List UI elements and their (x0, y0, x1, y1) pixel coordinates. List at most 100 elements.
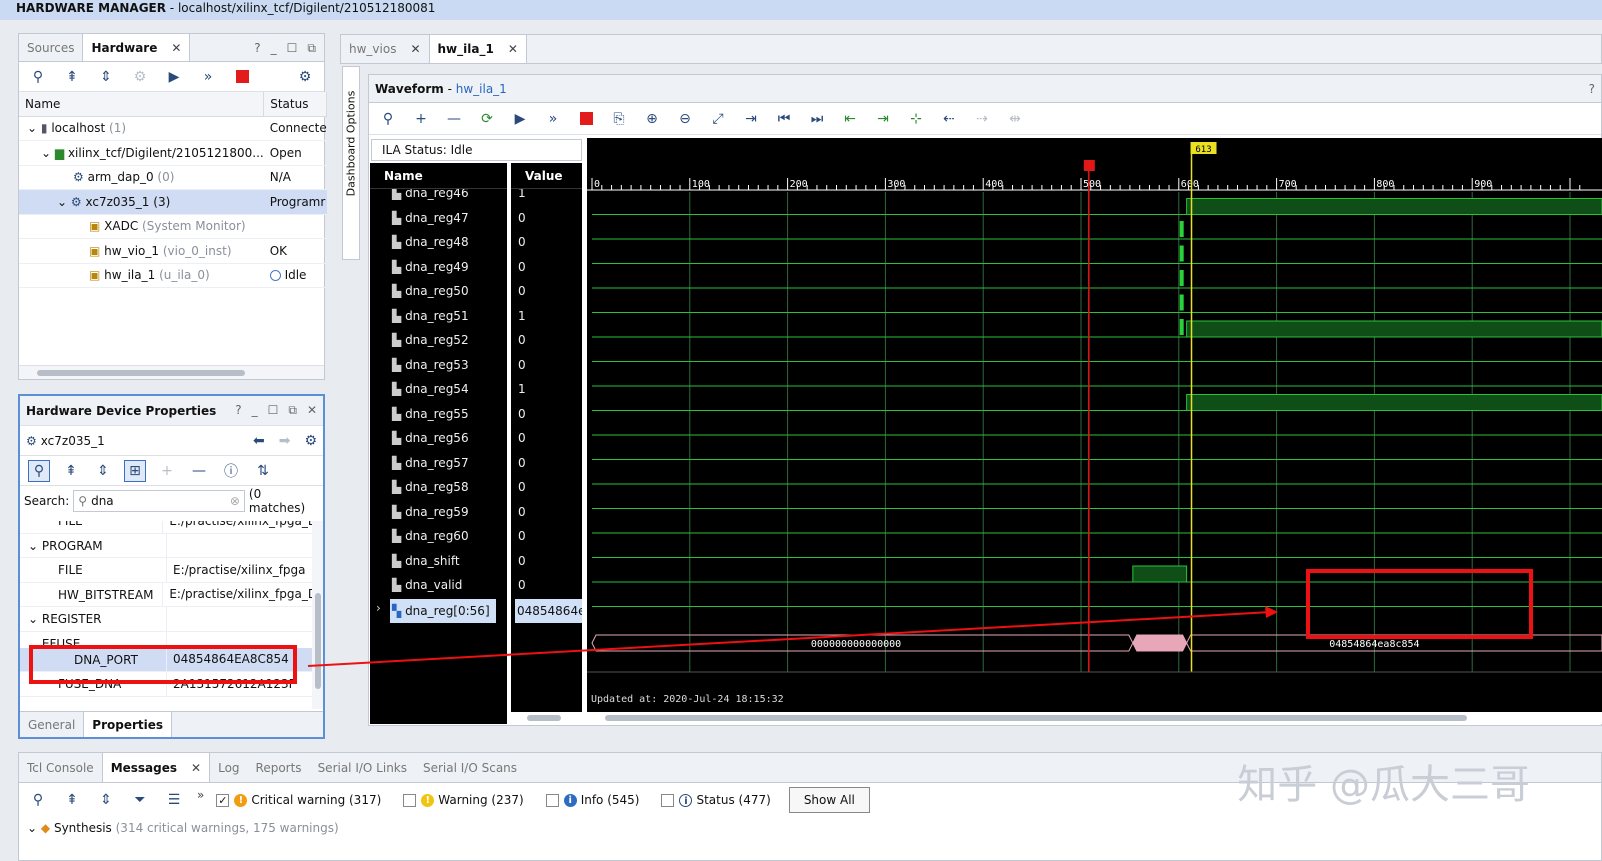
goto-end-icon[interactable]: ⏭ (806, 108, 828, 130)
checkbox[interactable] (545, 794, 559, 807)
close-icon[interactable]: ✕ (508, 42, 518, 56)
tab-hw-vios[interactable]: hw_vios ✕ (341, 35, 429, 63)
chevron-down-icon[interactable]: ⌄ (41, 146, 51, 160)
signal-name[interactable]: ▙ dna_reg46 (392, 189, 469, 205)
signal-name[interactable]: ▙ dna_reg49 (392, 255, 469, 279)
show-all-button[interactable]: Show All (788, 787, 870, 813)
filter-warning[interactable]: ! Warning (237) (403, 793, 524, 807)
tree-row[interactable]: ⌄ ▮ localhost (1) Connecte (19, 116, 327, 141)
filter-icon[interactable]: ⏷ (129, 789, 151, 811)
property-row[interactable]: FUSE_DNA 2A131572612A123F (20, 672, 312, 697)
dashboard-options[interactable]: Dashboard Options (342, 66, 360, 260)
tab-messages[interactable]: Messages ✕ (101, 753, 211, 782)
chevron-down-icon[interactable]: ⌄ (27, 121, 37, 135)
property-row[interactable]: ⌄ PROGRAM (20, 533, 312, 558)
maximize-icon[interactable]: ☐ (287, 34, 298, 61)
signal-name[interactable]: ▙ dna_reg57 (392, 451, 469, 475)
bus-row-name[interactable]: ▚ dna_reg[0:56] (390, 599, 496, 623)
signal-name[interactable]: ▙ dna_reg52 (392, 328, 469, 352)
prev-marker-icon[interactable]: ⇠ (938, 108, 960, 130)
goto-start-icon[interactable]: ⏮ (773, 108, 795, 130)
signal-name[interactable]: ▙ dna_reg53 (392, 353, 469, 377)
swap-cursor-icon[interactable]: ⇹ (1004, 108, 1026, 130)
refresh-icon[interactable]: ⟳ (476, 108, 498, 130)
help-icon[interactable]: ? (1589, 75, 1595, 103)
export-icon[interactable]: ⎘ (608, 108, 630, 130)
name-scrollbar[interactable] (511, 712, 582, 724)
run-immediate-icon[interactable]: » (542, 108, 564, 130)
tab-general[interactable]: General (20, 712, 83, 737)
tab-sources[interactable]: Sources (19, 34, 82, 61)
chevron-down-icon[interactable]: ⌄ (28, 539, 42, 553)
tab-tcl-console[interactable]: Tcl Console (19, 753, 102, 782)
plot-scrollbar[interactable] (587, 712, 1602, 724)
run-trigger-icon[interactable]: ▶ (163, 66, 185, 88)
float-icon[interactable]: ⧉ (307, 34, 316, 61)
waveform-canvas[interactable]: 0 100 200 300 400 500 600 700 800 900 000000000000… (587, 138, 1602, 712)
property-row[interactable]: FILEE:/practise/xilinx_fpga_D (20, 521, 312, 534)
signal-name[interactable]: ▙ dna_reg58 (392, 475, 469, 499)
auto-connect-icon[interactable]: ⚙ (129, 66, 151, 88)
zoom-in-icon[interactable]: ⊕ (641, 108, 663, 130)
gear-icon[interactable]: ⚙ (304, 433, 317, 449)
message-icon[interactable]: ☰ (163, 789, 185, 811)
value-header[interactable]: Value (511, 163, 582, 189)
next-marker-icon[interactable]: ⇢ (971, 108, 993, 130)
filter-critical-warning[interactable]: ✓! Critical warning (317) (216, 793, 381, 807)
remove-icon[interactable]: — (443, 108, 465, 130)
expand-all-icon[interactable]: ⇕ (95, 789, 117, 811)
horizontal-scrollbar[interactable] (19, 365, 324, 379)
column-status[interactable]: Status (263, 92, 328, 117)
zoom-out-icon[interactable]: ⊖ (674, 108, 696, 130)
property-row[interactable]: FILE E:/practise/xilinx_fpga (20, 558, 312, 583)
signal-name[interactable]: ▙ dna_reg56 (392, 426, 469, 450)
info-icon[interactable]: ⓘ (220, 460, 242, 482)
prev-transition-icon[interactable]: ⇤ (839, 108, 861, 130)
waveform-name[interactable]: hw_ila_1 (456, 82, 507, 96)
search-icon[interactable]: ⚲ (27, 789, 49, 811)
minimize-icon[interactable]: _ (252, 403, 258, 418)
close-icon[interactable]: ✕ (171, 41, 181, 55)
search-icon[interactable]: ⚲ (28, 459, 50, 482)
stop-icon[interactable] (575, 108, 597, 130)
tab-log[interactable]: Log (210, 753, 247, 782)
gear-icon[interactable]: ⚙ (294, 66, 316, 88)
tab-serial-io-links[interactable]: Serial I/O Links (310, 753, 415, 782)
signal-name[interactable]: ▙ dna_reg54 (392, 377, 469, 401)
close-icon[interactable]: ✕ (410, 42, 420, 56)
more-icon[interactable]: » (197, 788, 204, 802)
signal-name[interactable]: ▙ dna_shift (392, 549, 460, 573)
back-arrow-icon[interactable]: ⬅ (253, 433, 265, 449)
chevron-down-icon[interactable]: ⌄ (57, 195, 67, 209)
chevron-down-icon[interactable]: ⌄ (28, 612, 42, 626)
signal-name[interactable]: ▙ dna_reg60 (392, 524, 469, 548)
tab-hw-ila-1[interactable]: hw_ila_1 ✕ (428, 35, 527, 63)
tree-row[interactable]: ⚙ arm_dap_0 (0) N/A (19, 165, 327, 190)
filter-info[interactable]: i Info (545) (545, 793, 639, 807)
group-icon[interactable]: ⊞ (124, 459, 146, 482)
signal-name[interactable]: ▙ dna_valid (392, 573, 462, 597)
next-transition-icon[interactable]: ⇥ (872, 108, 894, 130)
tree-row[interactable]: ⌄ ⚙ xc7z035_1 (3) Programr (19, 189, 327, 215)
checkbox[interactable]: ✓ (216, 794, 230, 807)
tab-hardware[interactable]: Hardware ✕ (82, 34, 191, 61)
remove-icon[interactable]: — (188, 460, 210, 482)
tree-row[interactable]: ⌄ ▆ xilinx_tcf/Digilent/2105121800... Ope… (19, 140, 327, 166)
chevron-right-icon[interactable]: › (376, 601, 381, 615)
signal-name[interactable]: ▙ dna_reg55 (392, 402, 469, 426)
close-icon[interactable]: ✕ (191, 761, 201, 775)
help-icon[interactable]: ? (254, 34, 260, 61)
tree-row[interactable]: ▣ hw_vio_1 (vio_0_inst) OK (19, 238, 327, 264)
goto-cursor-icon[interactable]: ⇥ (740, 108, 762, 130)
stop-icon[interactable] (231, 66, 253, 88)
chevron-down-icon[interactable]: ⌄ (27, 821, 37, 835)
run-trigger-icon[interactable]: ▶ (509, 108, 531, 130)
zoom-fit-icon[interactable]: ⤢ (707, 108, 729, 130)
name-header[interactable]: Name (370, 163, 507, 189)
search-input[interactable]: ⚲ dna ⊗ (73, 490, 245, 512)
search-icon[interactable]: ⚲ (377, 108, 399, 130)
column-name[interactable]: Name (19, 92, 265, 117)
add-marker-icon[interactable]: ⊹ (905, 108, 927, 130)
add-icon[interactable]: + (410, 108, 432, 130)
tab-reports[interactable]: Reports (248, 753, 310, 782)
